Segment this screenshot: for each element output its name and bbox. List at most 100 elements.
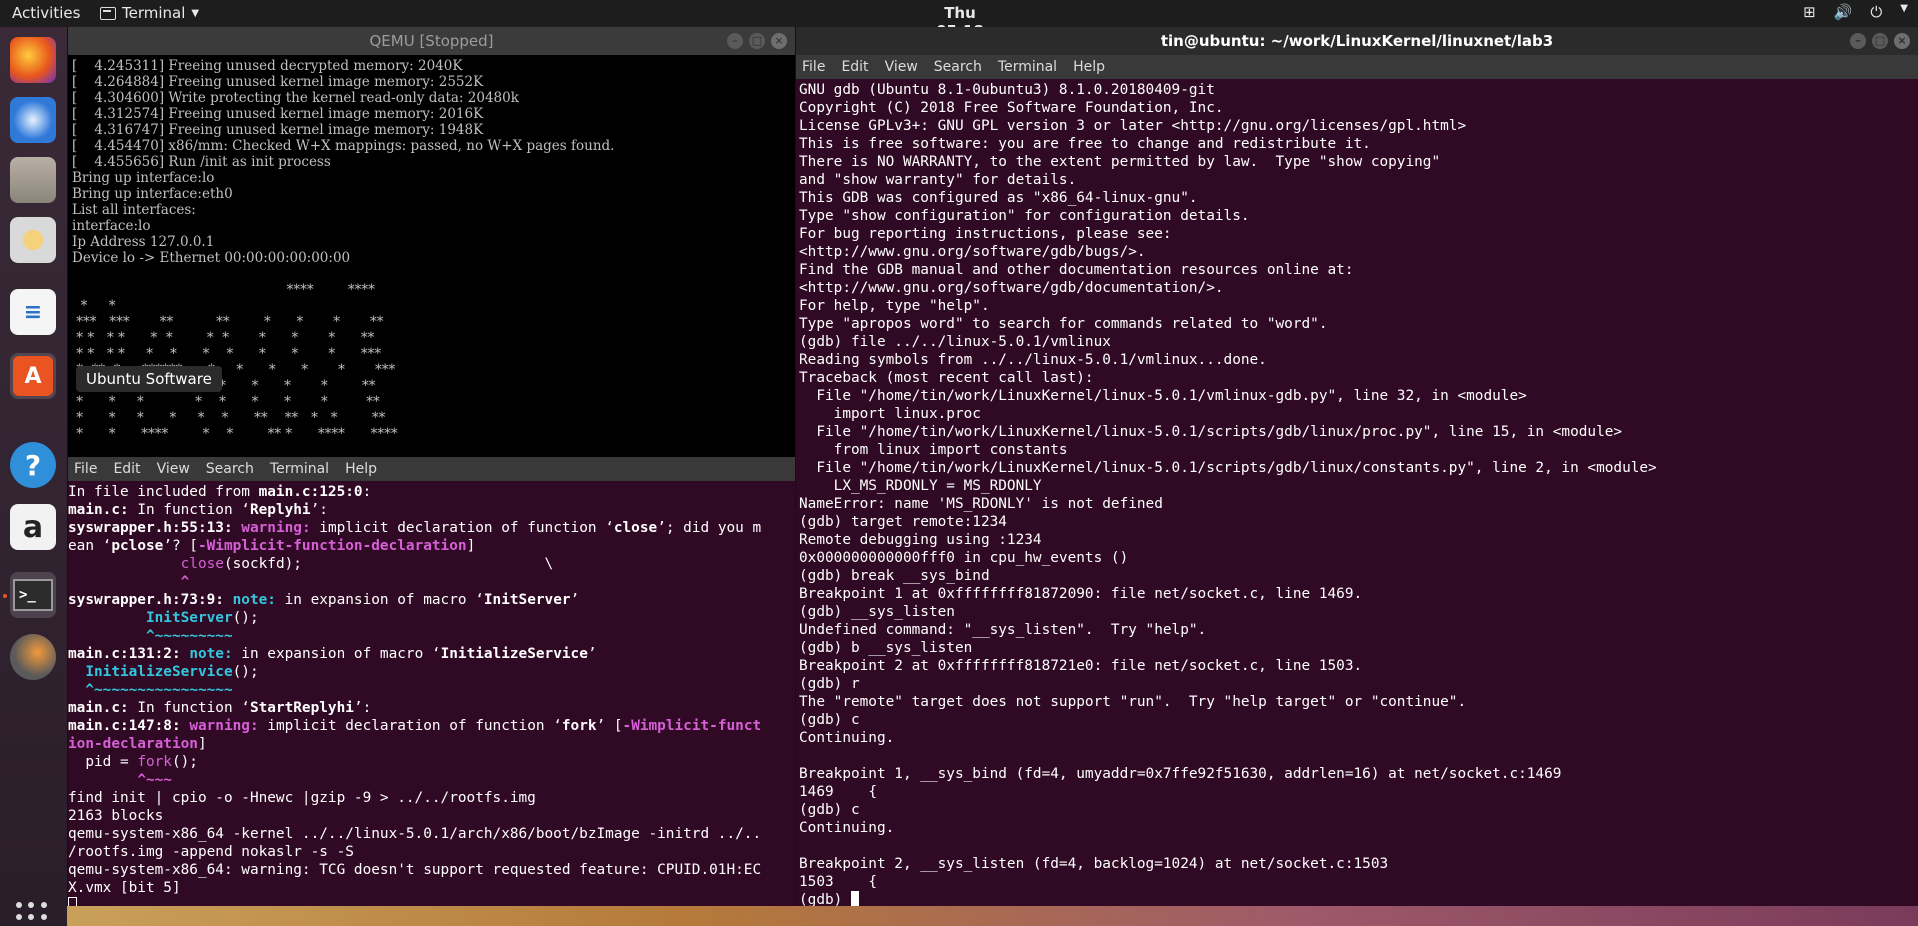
close-button[interactable]: ×: [771, 33, 787, 49]
menu-view[interactable]: View: [157, 461, 190, 477]
menu-file[interactable]: File: [74, 461, 97, 477]
libreoffice-writer-icon[interactable]: ≡: [10, 289, 56, 335]
firefox-icon[interactable]: [10, 37, 56, 83]
gdb-line: Copyright (C) 2018 Free Software Foundat…: [799, 100, 1224, 116]
console-line: * * * * * * * * **: [72, 394, 380, 410]
console-line: * * **** * * ** * **** ****: [72, 426, 398, 442]
gdb-line: Undefined command: "__sys_listen". Try "…: [799, 622, 1207, 638]
output-line: /rootfs.img -append nokaslr -s -S: [68, 844, 354, 860]
output-line: InitializeService();: [85, 664, 259, 680]
files-icon[interactable]: [10, 157, 56, 203]
console-line: * * * * * * * * * * * **: [72, 330, 375, 346]
desktop-wallpaper: [67, 906, 1918, 926]
rhythmbox-icon[interactable]: [10, 217, 56, 263]
minimize-button[interactable]: –: [1850, 33, 1866, 49]
menu-edit[interactable]: Edit: [113, 461, 140, 477]
menu-edit[interactable]: Edit: [841, 59, 868, 75]
menu-view[interactable]: View: [885, 59, 918, 75]
output-line: ^~~~~~~~~~~~~~~~~: [85, 682, 233, 698]
console-line: [ 4.312574] Freeing unused kernel image …: [72, 106, 484, 122]
gdb-line: 1503 {: [799, 874, 877, 890]
console-line: Bring up interface:lo: [72, 170, 215, 186]
output-line: 2163 blocks: [68, 808, 164, 824]
top-bar: Activities Terminal ▼ Thu 05:18 ⊞ 🔊 ⏻ ▼: [0, 0, 1918, 40]
gdb-line: (gdb) b __sys_listen: [799, 640, 973, 656]
menu-search[interactable]: Search: [206, 461, 254, 477]
show-applications-icon[interactable]: [14, 900, 50, 926]
system-tray[interactable]: ⊞ 🔊 ⏻ ▼: [1803, 3, 1908, 21]
gdb-titlebar[interactable]: tin@ubuntu: ~/work/LinuxKernel/linuxnet/…: [796, 27, 1918, 55]
chevron-down-icon[interactable]: ▼: [1900, 3, 1908, 21]
menu-terminal[interactable]: Terminal: [270, 461, 329, 477]
dock-tooltip: Ubuntu Software: [76, 366, 222, 392]
gdb-line: (gdb) break __sys_bind: [799, 568, 990, 584]
console-line: interface:lo: [72, 218, 151, 234]
gdb-line: For help, type "help".: [799, 298, 990, 314]
maximize-button[interactable]: □: [1872, 33, 1888, 49]
menu-help[interactable]: Help: [1073, 59, 1105, 75]
volume-icon[interactable]: 🔊: [1834, 3, 1853, 21]
maximize-button[interactable]: □: [749, 33, 765, 49]
console-line: [ 4.316747] Freeing unused kernel image …: [72, 122, 484, 138]
terminal-output[interactable]: In file included from main.c:125:0: main…: [68, 481, 795, 906]
minimize-button[interactable]: –: [727, 33, 743, 49]
power-icon[interactable]: ⏻: [1870, 3, 1882, 21]
qemu-console[interactable]: [ 4.245311] Freeing unused decrypted mem…: [68, 55, 795, 457]
gdb-line: This is free software: you are free to c…: [799, 136, 1371, 152]
network-icon[interactable]: ⊞: [1803, 3, 1816, 21]
app-menu-label: Terminal: [122, 4, 186, 22]
build-terminal-window: File Edit View Search Terminal Help In f…: [68, 457, 795, 906]
terminal-cursor: [850, 891, 859, 906]
gdb-line: There is NO WARRANTY, to the extent perm…: [799, 154, 1441, 170]
gdb-line: The "remote" target does not support "ru…: [799, 694, 1467, 710]
help-icon[interactable]: ?: [10, 442, 56, 488]
menu-file[interactable]: File: [802, 59, 825, 75]
qemu-window: QEMU [Stopped] – □ × [ 4.245311] Freeing…: [68, 27, 795, 457]
gdb-window-title: tin@ubuntu: ~/work/LinuxKernel/linuxnet/…: [1160, 32, 1554, 50]
menu-help[interactable]: Help: [345, 461, 377, 477]
output-line: InitServer();: [145, 610, 259, 626]
gdb-prompt-label: (gdb): [799, 892, 851, 906]
pinguy-icon[interactable]: [10, 634, 56, 680]
output-line: qemu-system-x86_64: warning: TCG doesn't…: [68, 862, 762, 878]
output-line: main.c: In function ‘StartReplyhi’:: [68, 700, 372, 716]
gdb-line: <http://www.gnu.org/software/gdb/documen…: [799, 280, 1224, 296]
close-button[interactable]: ×: [1894, 33, 1910, 49]
gdb-line: License GPLv3+: GNU GPL version 3 or lat…: [799, 118, 1467, 134]
output-line: ^: [180, 574, 190, 590]
gdb-line: (gdb) file ../../linux-5.0.1/vmlinux: [799, 334, 1111, 350]
terminal-icon: [100, 6, 116, 20]
gdb-prompt[interactable]: (gdb): [799, 891, 1918, 906]
console-line: Device lo -> Ethernet 00:00:00:00:00:00: [72, 250, 351, 266]
ubuntu-software-icon[interactable]: A: [10, 353, 56, 399]
gdb-line: [799, 747, 1918, 765]
menu-search[interactable]: Search: [934, 59, 982, 75]
running-indicator: [3, 594, 7, 598]
gdb-line: GNU gdb (Ubuntu 8.1-0ubuntu3) 8.1.0.2018…: [799, 82, 1215, 98]
console-line: [ 4.304600] Write protecting the kernel …: [72, 90, 519, 106]
gdb-line: File "/home/tin/work/LinuxKernel/linux-5…: [799, 424, 1623, 440]
activities-button[interactable]: Activities: [12, 4, 80, 22]
gdb-line: Traceback (most recent call last):: [799, 370, 1094, 386]
thunderbird-icon[interactable]: [10, 97, 56, 143]
menu-terminal[interactable]: Terminal: [998, 59, 1057, 75]
gdb-line: Breakpoint 2 at 0xffffffff818721e0: file…: [799, 658, 1363, 674]
gdb-output[interactable]: GNU gdb (Ubuntu 8.1-0ubuntu3) 8.1.0.2018…: [796, 79, 1918, 906]
menu-bar: File Edit View Search Terminal Help: [796, 55, 1918, 79]
qemu-titlebar[interactable]: QEMU [Stopped] – □ ×: [68, 27, 795, 55]
output-line: main.c:147:8: warning: implicit declarat…: [68, 718, 762, 734]
gdb-line: Breakpoint 1, __sys_bind (fd=4, umyaddr=…: [799, 766, 1562, 782]
gdb-terminal-window: tin@ubuntu: ~/work/LinuxKernel/linuxnet/…: [796, 27, 1918, 906]
gdb-line: Reading symbols from ../../linux-5.0.1/v…: [799, 352, 1267, 368]
output-line: pid = fork();: [68, 754, 198, 770]
app-menu[interactable]: Terminal ▼: [100, 4, 199, 22]
gdb-line: File "/home/tin/work/LinuxKernel/linux-5…: [799, 388, 1527, 404]
output-line: ean ‘pclose’? [-Wimplicit-function-decla…: [68, 538, 476, 554]
amazon-icon[interactable]: a: [10, 504, 56, 550]
qemu-title: QEMU [Stopped]: [369, 32, 494, 50]
gdb-line: Type "apropos word" to search for comman…: [799, 316, 1328, 332]
gdb-line: Breakpoint 1 at 0xffffffff81872090: file…: [799, 586, 1363, 602]
console-line: * * * * * * * * * * * ***: [72, 346, 382, 362]
terminal-icon[interactable]: >_: [10, 572, 56, 618]
